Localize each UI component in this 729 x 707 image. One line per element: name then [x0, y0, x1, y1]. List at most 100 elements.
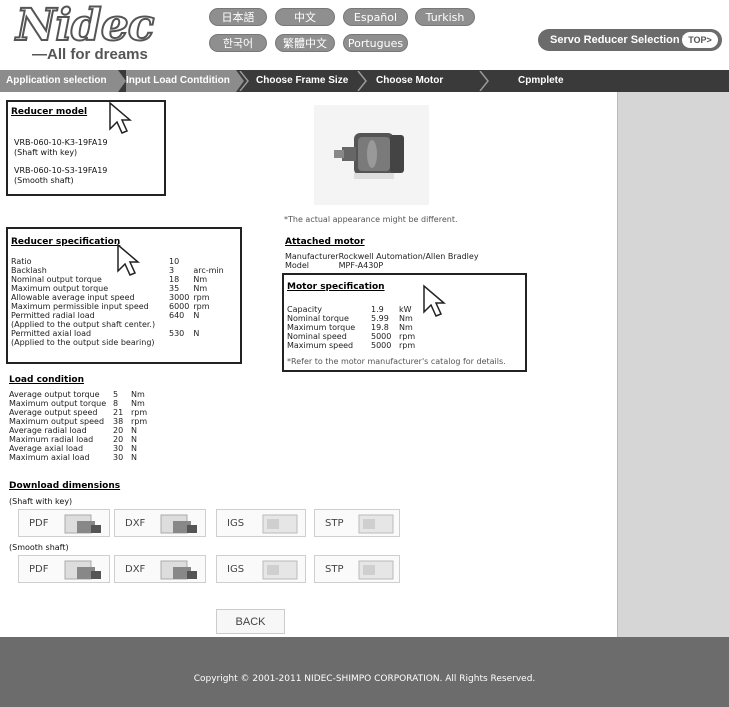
spec-unit: Nm [399, 323, 413, 332]
spec-unit: rpm [193, 302, 210, 311]
motor-row: Manufacturer Rockwell Automation/Allen Br… [285, 252, 479, 261]
reducer-spec-title: Reducer specification [11, 237, 121, 247]
spec-value: 10 [169, 257, 180, 266]
lang-japanese[interactable]: 日本語 [209, 8, 267, 26]
step-progress-bar: Application selection Input Load Contdit… [0, 70, 729, 92]
format-label: PDF [29, 564, 49, 575]
spec-label: Nominal speed [287, 332, 347, 341]
download-pdf-button[interactable]: PDF [18, 509, 110, 537]
spec-value: 18 [169, 275, 180, 284]
load-condition-table: Average output torque 5 Nm Maximum output … [9, 390, 147, 462]
format-label: IGS [227, 564, 245, 575]
step-choose-frame-size[interactable]: Choose Frame Size [256, 70, 366, 92]
load-label: Average output torque [9, 390, 100, 399]
load-unit: rpm [131, 408, 148, 417]
spec-label: Backlash [11, 266, 47, 275]
spec-unit: Nm [193, 275, 208, 284]
spec-label: Maximum speed [287, 341, 354, 350]
spec-value: 35 [169, 284, 180, 293]
lang-korean[interactable]: 한국어 [209, 34, 267, 52]
download-dxf-button[interactable]: DXF [114, 509, 206, 537]
spec-row: Maximum output torque 35 Nm [11, 284, 224, 293]
load-value: 21 [113, 408, 124, 417]
lang-traditional-chinese[interactable]: 繁體中文 [275, 34, 335, 52]
spec-value: 6000 [169, 302, 190, 311]
spec-label: Maximum output torque [11, 284, 109, 293]
spec-unit: arc-min [193, 266, 224, 275]
spec-unit: N [193, 311, 200, 320]
load-row: Average radial load 20 N [9, 426, 147, 435]
download-row-shaft-key: PDF DXF IGS STP [18, 509, 400, 537]
model-note: (Shaft with key) [14, 148, 78, 157]
spec-row: Maximum speed 5000 rpm [287, 341, 415, 350]
download-dxf-button[interactable]: DXF [114, 555, 206, 583]
copyright-text: Copyright © 2001-2011 NIDEC-SHIMPO CORPO… [193, 674, 536, 684]
download-group-label: (Smooth shaft) [9, 543, 69, 552]
load-unit: N [131, 435, 137, 444]
top-link[interactable]: TOP> [682, 32, 718, 48]
load-row: Maximum axial load 30 N [9, 453, 147, 462]
step-complete[interactable]: Cpmplete [518, 70, 608, 92]
step-choose-motor[interactable]: Choose Motor [376, 70, 476, 92]
step-application-selection[interactable]: Application selection [0, 70, 126, 92]
spec-unit [189, 257, 223, 266]
load-label: Maximum output torque [9, 399, 107, 408]
spec-unit: Nm [399, 314, 413, 323]
download-igs-button[interactable]: IGS [216, 509, 306, 537]
step-label: Cpmplete [518, 75, 564, 86]
load-row: Maximum output torque 8 Nm [9, 399, 147, 408]
step-input-load[interactable]: Input Load Contdition [126, 70, 244, 92]
download-pdf-button[interactable]: PDF [18, 555, 110, 583]
load-value: 8 [113, 399, 119, 408]
lang-turkish[interactable]: Turkish [415, 8, 475, 26]
reducer-model-item: VRB-060-10-K3-19FA19 (Shaft with key) [14, 138, 108, 158]
load-value: 20 [113, 435, 124, 444]
spec-value: 19.8 [371, 323, 389, 332]
attached-motor-table: Manufacturer Rockwell Automation/Allen Br… [285, 252, 479, 270]
lang-spanish[interactable]: Español [343, 8, 408, 26]
model-code: VRB-060-10-K3-19FA19 [14, 138, 108, 147]
download-stp-button[interactable]: STP [314, 509, 400, 537]
right-filler [618, 92, 729, 637]
dxf-file-icon [160, 514, 197, 534]
motor-spec-box: Motor specification Capacity 1.9 kW Nomina… [282, 273, 527, 372]
selection-tool-button[interactable]: Servo Reducer Selection Tool TOP> [538, 29, 722, 51]
model-note: (Smooth shaft) [14, 176, 74, 185]
format-label: DXF [125, 564, 146, 575]
load-value: 5 [113, 390, 119, 399]
spec-label: Nominal output torque [11, 275, 102, 284]
spec-value: 5000 [371, 332, 392, 341]
load-value: 20 [113, 426, 124, 435]
load-condition-title: Load condition [9, 375, 84, 385]
header: Nidec —All for dreams 日本語 中文 Español Tur… [0, 0, 729, 70]
spec-label: Maximum permissible input speed [11, 302, 149, 311]
chevron-right-icon [357, 71, 367, 91]
motor-spec-table: Capacity 1.9 kW Nominal torque 5.99 Nm Maxim… [287, 305, 415, 350]
spec-value: 5000 [371, 341, 392, 350]
back-button[interactable]: BACK [216, 609, 285, 634]
spec-row: Nominal torque 5.99 Nm [287, 314, 415, 323]
load-row: Average output speed 21 rpm [9, 408, 147, 417]
download-igs-button[interactable]: IGS [216, 555, 306, 583]
nidec-logo[interactable]: Nidec —All for dreams [10, 0, 155, 64]
mouse-pointer-icon [109, 101, 132, 134]
format-label: STP [325, 518, 344, 529]
download-stp-button[interactable]: STP [314, 555, 400, 583]
pdf-file-icon [64, 560, 101, 580]
pdf-file-icon [64, 514, 101, 534]
igs-file-icon [262, 560, 298, 580]
lang-chinese[interactable]: 中文 [275, 8, 335, 26]
spec-unit: rpm [399, 341, 416, 350]
format-label: IGS [227, 518, 245, 529]
appearance-note: *The actual appearance might be differen… [284, 215, 458, 224]
spec-row: Capacity 1.9 kW [287, 305, 415, 314]
load-value: 38 [113, 417, 124, 426]
lang-portuguese[interactable]: Portugues [343, 34, 408, 52]
stp-file-icon [358, 560, 394, 580]
spec-label: Ratio [11, 257, 32, 266]
reducer-model-box: Reducer model VRB-060-10-K3-19FA19 (Shaf… [6, 100, 166, 196]
load-unit: N [131, 444, 137, 453]
load-label: Maximum output speed [9, 417, 105, 426]
download-title: Download dimensions [9, 481, 121, 491]
load-unit: N [131, 453, 137, 462]
